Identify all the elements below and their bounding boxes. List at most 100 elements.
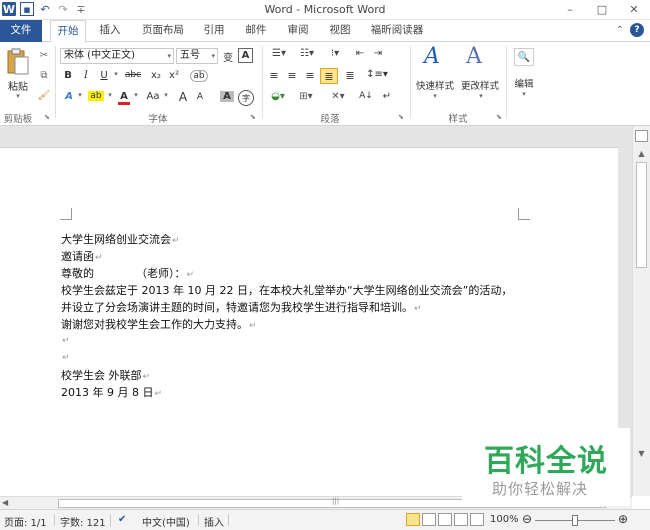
underline-button[interactable]: U — [98, 70, 110, 81]
distributed-button[interactable]: ≣ — [342, 69, 358, 82]
vertical-scroll-thumb[interactable] — [636, 162, 647, 268]
highlight-dropdown-icon[interactable]: ▾ — [106, 91, 114, 99]
align-left-button[interactable]: ≡ — [266, 69, 282, 82]
proofing-icon[interactable]: ✔ — [118, 514, 126, 525]
font-color-button[interactable]: A — [118, 91, 130, 105]
word-count[interactable]: 字数: 121 — [60, 514, 106, 529]
change-styles-icon[interactable]: A — [466, 44, 482, 69]
doc-line-date[interactable]: 2013 年 9 月 8 日↵ — [61, 384, 162, 400]
scroll-left-icon[interactable]: ◀ — [2, 498, 8, 507]
quick-styles-dropdown-icon[interactable]: ▾ — [430, 92, 440, 100]
subscript-button[interactable]: x₂ — [148, 70, 164, 81]
highlight-button[interactable]: ab — [88, 91, 104, 101]
tab-insert[interactable]: 插入 — [94, 20, 126, 42]
full-screen-reading-view-icon[interactable] — [422, 513, 436, 526]
bullets-button[interactable]: ☰▾ — [266, 48, 292, 59]
change-styles-button[interactable]: 更改样式 — [458, 78, 502, 92]
doc-line-invitation[interactable]: 邀请函↵ — [61, 248, 103, 264]
quick-styles-button[interactable]: 快速样式 — [414, 78, 456, 92]
bold-button[interactable]: B — [62, 70, 74, 81]
line-spacing-button[interactable]: ↕≡▾ — [366, 69, 388, 80]
doc-line-body-2[interactable]: 并设立了分会场演讲主题的时间，特邀请您为我校学生进行指导和培训。↵ — [61, 299, 422, 315]
doc-line-empty-2[interactable]: ↵ — [61, 350, 70, 363]
doc-line-body-3[interactable]: 谢谢您对我校学生会工作的大力支持。↵ — [61, 316, 257, 332]
tab-mailings[interactable]: 邮件 — [240, 20, 272, 42]
styles-launcher-icon[interactable]: ⬊ — [496, 113, 502, 121]
character-border-icon[interactable]: A — [238, 48, 253, 63]
web-layout-view-icon[interactable] — [438, 513, 452, 526]
tab-review[interactable]: 审阅 — [282, 20, 314, 42]
vertical-scrollbar[interactable]: ▲ ▼ — [632, 126, 650, 496]
font-name-combo[interactable]: 宋体 (中文正文) ▾ — [60, 48, 174, 64]
editing-dropdown-icon[interactable]: ▾ — [519, 90, 529, 98]
cut-icon[interactable]: ✂ — [38, 50, 50, 61]
change-case-button[interactable]: Aa — [144, 91, 162, 102]
doc-line-body-1[interactable]: 校学生会兹定于 2013 年 10 月 22 日，在本校大礼堂举办“大学生网络创… — [61, 282, 512, 298]
enclose-characters-button[interactable]: 字 — [238, 90, 254, 106]
editing-button[interactable]: 编辑 — [508, 76, 540, 90]
tab-page-layout[interactable]: 页面布局 — [134, 20, 192, 42]
tab-view[interactable]: 视图 — [324, 20, 356, 42]
underline-dropdown-icon[interactable]: ▾ — [112, 70, 120, 78]
maximize-button[interactable]: □ — [586, 0, 618, 18]
scroll-down-icon[interactable]: ▼ — [633, 446, 650, 460]
clear-formatting-button[interactable]: ab — [190, 70, 208, 82]
font-color-dropdown-icon[interactable]: ▾ — [132, 91, 140, 99]
text-effects-button[interactable]: A — [62, 91, 76, 102]
decrease-indent-button[interactable]: ⇤ — [352, 48, 368, 59]
grow-font-button[interactable]: A — [176, 90, 190, 104]
align-center-button[interactable]: ≡ — [284, 69, 300, 82]
multilevel-list-button[interactable]: ⁝▾ — [322, 48, 348, 59]
format-painter-icon[interactable]: 🖌 — [38, 90, 51, 101]
insert-mode-indicator[interactable]: 插入 — [204, 514, 224, 529]
show-paragraph-marks-button[interactable]: ↵ — [380, 91, 394, 102]
print-layout-view-icon[interactable] — [406, 513, 420, 526]
numbering-button[interactable]: ☷▾ — [294, 48, 320, 59]
sort-button[interactable]: A↓ — [358, 91, 374, 101]
increase-indent-button[interactable]: ⇥ — [370, 48, 386, 59]
doc-line-empty-1[interactable]: ↵ — [61, 333, 70, 346]
change-case-dropdown-icon[interactable]: ▾ — [162, 91, 170, 99]
language-indicator[interactable]: 中文(中国) — [142, 514, 190, 529]
italic-button[interactable]: I — [80, 70, 92, 81]
doc-line-title[interactable]: 大学生网络创业交流会↵ — [61, 231, 180, 247]
paste-icon[interactable] — [6, 48, 30, 76]
close-button[interactable]: ✕ — [618, 0, 650, 18]
change-styles-dropdown-icon[interactable]: ▾ — [476, 92, 486, 100]
find-icon[interactable]: 🔍 — [514, 48, 534, 66]
shrink-font-button[interactable]: A — [194, 92, 206, 102]
tab-home[interactable]: 开始 — [50, 20, 86, 43]
strikethrough-button[interactable]: abc — [122, 70, 144, 80]
text-effects-dropdown-icon[interactable]: ▾ — [76, 91, 84, 99]
draft-view-icon[interactable] — [470, 513, 484, 526]
minimize-button[interactable]: – — [554, 0, 586, 18]
align-right-button[interactable]: ≡ — [302, 69, 318, 82]
superscript-button[interactable]: x² — [166, 70, 182, 81]
doc-line-signature[interactable]: 校学生会 外联部↵ — [61, 367, 150, 383]
clipboard-launcher-icon[interactable]: ⬊ — [44, 113, 50, 121]
doc-line-salutation[interactable]: 尊敬的 （老师）：↵ — [61, 265, 194, 281]
font-launcher-icon[interactable]: ⬊ — [250, 113, 256, 121]
paragraph-launcher-icon[interactable]: ⬊ — [398, 113, 404, 121]
paste-dropdown-icon[interactable]: ▾ — [12, 92, 24, 100]
zoom-slider-thumb[interactable] — [572, 515, 578, 526]
zoom-in-icon[interactable]: ⊕ — [618, 512, 628, 526]
scroll-up-icon[interactable]: ▲ — [633, 146, 650, 160]
borders-button[interactable]: ⊞▾ — [294, 91, 318, 102]
outline-view-icon[interactable] — [454, 513, 468, 526]
character-shading-button[interactable]: A — [220, 91, 234, 102]
collapse-ribbon-icon[interactable]: ⌃ — [616, 25, 624, 36]
copy-icon[interactable]: ⧉ — [38, 70, 50, 81]
phonetic-guide-icon[interactable]: 变 — [221, 49, 235, 64]
tab-foxit-reader[interactable]: 福昕阅读器 — [364, 20, 430, 42]
zoom-level[interactable]: 100% — [490, 514, 519, 525]
paste-button[interactable]: 粘贴 — [4, 78, 32, 93]
tab-file[interactable]: 文件 — [0, 20, 42, 42]
view-ruler-icon[interactable] — [635, 130, 648, 142]
tab-references[interactable]: 引用 — [198, 20, 230, 42]
page-count[interactable]: 页面: 1/1 — [4, 514, 47, 529]
shading-button[interactable]: ◒▾ — [266, 91, 290, 102]
quick-styles-icon[interactable]: A — [424, 44, 440, 69]
justify-button[interactable]: ≣ — [320, 68, 338, 84]
help-icon[interactable]: ? — [630, 23, 644, 37]
